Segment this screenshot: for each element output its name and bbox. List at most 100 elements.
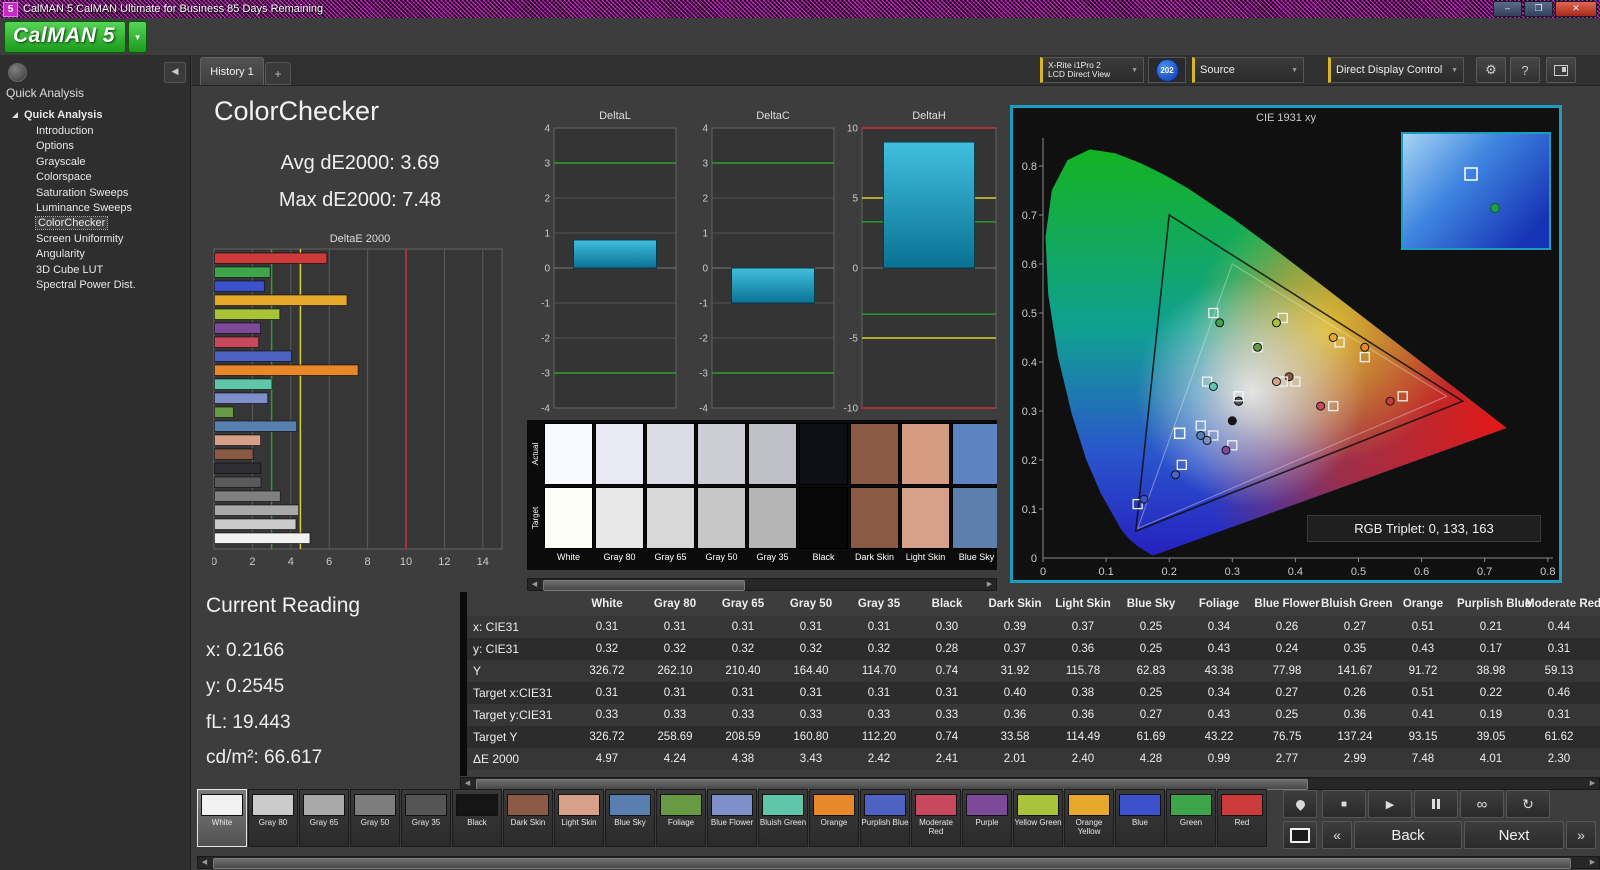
- sidebar-item-colorspace[interactable]: Colorspace: [2, 170, 188, 185]
- eyedropper-button[interactable]: [1283, 790, 1317, 818]
- bottom-scrollbar[interactable]: ◀ ▶: [197, 856, 1600, 869]
- source-dropdown[interactable]: Source ▼: [1192, 57, 1304, 83]
- patch-button-blue-flower[interactable]: Blue Flower: [707, 789, 757, 847]
- patch-button-gray-50[interactable]: Gray 50: [350, 789, 400, 847]
- patch-button-moderate-red[interactable]: Moderate Red: [911, 789, 961, 847]
- next-chevron-button[interactable]: »: [1566, 821, 1596, 849]
- scroll-left-icon[interactable]: ◀: [461, 778, 474, 789]
- sidebar-item-screen-uniformity[interactable]: Screen Uniformity: [2, 232, 188, 247]
- patch-button-dark-skin[interactable]: Dark Skin: [503, 789, 553, 847]
- minimize-button[interactable]: –: [1493, 1, 1522, 17]
- table-cell: 262.10: [657, 665, 693, 677]
- scroll-right-icon[interactable]: ▶: [1586, 778, 1599, 789]
- patch-button-yellow-green[interactable]: Yellow Green: [1013, 789, 1063, 847]
- patch-button-gray-65[interactable]: Gray 65: [299, 789, 349, 847]
- table-cell: 0.22: [1479, 687, 1503, 699]
- patch-label: White: [211, 818, 233, 827]
- sidebar-item-colorchecker[interactable]: ColorChecker: [2, 216, 188, 231]
- back-button[interactable]: Back: [1354, 821, 1462, 849]
- patch-button-white[interactable]: White: [197, 789, 247, 847]
- tab-history-1[interactable]: History 1: [200, 57, 264, 85]
- cie-measured-orange: [1360, 342, 1370, 352]
- scroll-left-icon[interactable]: ◀: [198, 857, 211, 868]
- sidebar-item-spectral-power-dist[interactable]: Spectral Power Dist.: [2, 278, 188, 293]
- patch-button-purple[interactable]: Purple: [962, 789, 1012, 847]
- sidebar-item-label: ColorChecker: [34, 216, 109, 231]
- svg-text:0.7: 0.7: [1477, 566, 1492, 578]
- back-chevron-button[interactable]: «: [1322, 821, 1352, 849]
- meter-dropdown[interactable]: X-Rite i1Pro 2 LCD Direct View ▼: [1040, 57, 1144, 83]
- svg-text:12: 12: [438, 556, 450, 568]
- next-button[interactable]: Next: [1464, 821, 1564, 849]
- scroll-right-icon[interactable]: ▶: [1586, 857, 1599, 868]
- patch-button-gray-35[interactable]: Gray 35: [401, 789, 451, 847]
- sidebar-root-quick-analysis[interactable]: Quick Analysis: [2, 107, 188, 124]
- swatch-actual-dark-skin: [850, 423, 899, 485]
- swatch-actual-gray-50: [697, 423, 746, 485]
- patch-button-foliage[interactable]: Foliage: [656, 789, 706, 847]
- loop-button[interactable]: ↻: [1506, 790, 1550, 818]
- patch-button-light-skin[interactable]: Light Skin: [554, 789, 604, 847]
- bottom-scrollbar-thumb[interactable]: [213, 858, 1571, 869]
- table-cell: 0.27: [1139, 709, 1163, 721]
- patch-button-gray-80[interactable]: Gray 80: [248, 789, 298, 847]
- svg-text:-5: -5: [849, 334, 858, 345]
- continuous-read-button[interactable]: ∞: [1460, 790, 1504, 818]
- cie-zoom-inset: [1401, 132, 1551, 250]
- table-cell: 0.25: [1139, 621, 1163, 633]
- display-mode-button[interactable]: [1283, 821, 1317, 849]
- app-logo: CalMAN 5 ▼: [4, 21, 148, 53]
- patch-button-red[interactable]: Red: [1217, 789, 1267, 847]
- patch-button-bluish-green[interactable]: Bluish Green: [758, 789, 808, 847]
- sidebar-item-luminance-sweeps[interactable]: Luminance Sweeps: [2, 201, 188, 216]
- table-cell: 0.33: [731, 709, 755, 721]
- stop-button[interactable]: ■: [1322, 790, 1366, 818]
- help-button[interactable]: ?: [1510, 57, 1540, 83]
- table-cell: 7.48: [1411, 753, 1435, 765]
- maximize-button[interactable]: ❐: [1524, 1, 1553, 17]
- workflow-icon[interactable]: [8, 63, 27, 82]
- patch-color-bluish-green: [762, 794, 804, 816]
- logo-menu-button[interactable]: ▼: [128, 21, 148, 53]
- close-button[interactable]: ✕: [1555, 1, 1597, 17]
- swatch-scrollbar-thumb[interactable]: [543, 580, 745, 591]
- current-reading-title: Current Reading: [206, 594, 361, 617]
- table-cell: 0.32: [799, 643, 823, 655]
- settings-button[interactable]: ⚙: [1476, 57, 1506, 83]
- swatch-scrollbar[interactable]: ◀ ▶: [527, 578, 997, 591]
- pause-button[interactable]: [1414, 790, 1458, 818]
- deltae-bar-purple: [214, 322, 262, 334]
- table-cell: 0.37: [1003, 643, 1027, 655]
- display-control-dropdown[interactable]: Direct Display Control ▼: [1328, 57, 1464, 83]
- patch-button-purplish-blue[interactable]: Purplish Blue: [860, 789, 910, 847]
- table-cell: 0.37: [1071, 621, 1095, 633]
- sidebar-item-3d-cube-lut[interactable]: 3D Cube LUT: [2, 263, 188, 278]
- table-cell: 2.41: [935, 753, 959, 765]
- patch-button-blue-sky[interactable]: Blue Sky: [605, 789, 655, 847]
- cie-measured-yellow-green: [1271, 318, 1281, 328]
- deltae-bar-blue-sky: [214, 420, 298, 432]
- play-button[interactable]: ▶: [1368, 790, 1412, 818]
- sidebar-item-introduction[interactable]: Introduction: [2, 124, 188, 139]
- titlebar: 5 CalMAN 5 CalMAN Ultimate for Business …: [0, 0, 1600, 18]
- table-cell: 2.99: [1343, 753, 1367, 765]
- display-control-label: Direct Display Control: [1336, 64, 1443, 76]
- patch-button-orange[interactable]: Orange: [809, 789, 859, 847]
- add-tab-button[interactable]: +: [265, 62, 291, 85]
- table-cell: 91.72: [1408, 665, 1438, 677]
- patch-button-blue[interactable]: Blue: [1115, 789, 1165, 847]
- patch-button-orange-yellow[interactable]: Orange Yellow: [1064, 789, 1114, 847]
- sidebar-collapse-button[interactable]: ◀: [164, 62, 186, 83]
- svg-text:4: 4: [544, 124, 550, 135]
- table-cell: 0.19: [1479, 709, 1503, 721]
- patch-button-black[interactable]: Black: [452, 789, 502, 847]
- scroll-left-icon[interactable]: ◀: [528, 579, 541, 590]
- sidebar-item-options[interactable]: Options: [2, 139, 188, 154]
- sidebar-item-angularity[interactable]: Angularity: [2, 247, 188, 262]
- scroll-right-icon[interactable]: ▶: [983, 579, 996, 590]
- sidebar-item-grayscale[interactable]: Grayscale: [2, 155, 188, 170]
- sidebar-item-saturation-sweeps[interactable]: Saturation Sweeps: [2, 186, 188, 201]
- panel-toggle-button[interactable]: [1546, 57, 1576, 83]
- patch-label: Black: [467, 818, 487, 827]
- patch-button-green[interactable]: Green: [1166, 789, 1216, 847]
